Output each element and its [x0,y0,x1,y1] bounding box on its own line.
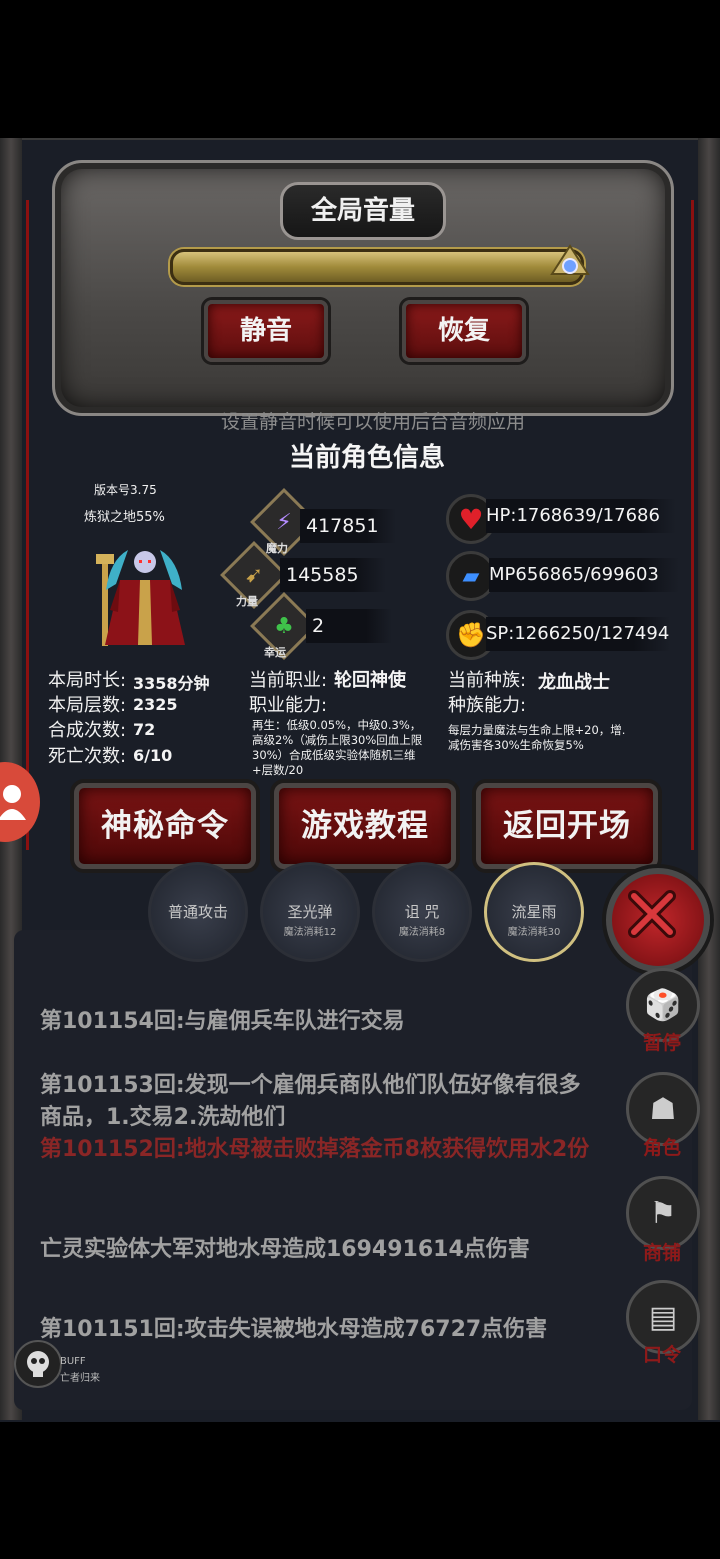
log-line: 第101153回:发现一个雇佣兵商队他们队伍好像有很多商品，1.交易2.洗劫他们 [40,1073,581,1130]
character-portrait [96,550,185,646]
stat-label-deaths: 死亡次数: [48,746,127,767]
close-button[interactable] [606,868,710,972]
buff-label: BUFF [60,1356,86,1367]
mp-value: MP656865/699603 [489,558,679,592]
lightning-icon: ⚡ [276,509,292,535]
stat-label-synth: 合成次数: [48,720,127,741]
skill-basic-attack[interactable]: 普通攻击 [148,862,248,962]
skill-cost: 魔法消耗8 [398,927,446,938]
luck-label: 幸运 [264,646,286,659]
stat-label-time: 本局时长: [48,670,127,691]
frame-border-right [698,138,720,1420]
skill-meteor[interactable]: 流星雨 魔法消耗30 [484,862,584,962]
stat-value-floor: 2325 [133,695,178,714]
shop-sign-icon: ⚑ [649,1195,677,1231]
luck-value: 2 [306,609,392,643]
back-to-start-button[interactable]: 返回开场 [476,783,658,869]
sp-value: SP:1266250/127494( [486,617,670,651]
tutorial-button[interactable]: 游戏教程 [274,783,456,869]
stat-value-synth: 72 [133,720,156,739]
user-icon [0,785,26,820]
role-label: 角色 [642,1137,681,1159]
skill-curse[interactable]: 诅 咒 魔法消耗8 [372,862,472,962]
skill-cost: 魔法消耗12 [283,927,337,938]
strength-value: 145585 [280,558,386,592]
class-label: 当前职业: [249,670,328,691]
book-icon: ▤ [648,1299,678,1335]
skill-name: 圣光弹 [287,903,333,921]
hp-value: HP:1768639/17686 [486,499,676,533]
log-line: 第101154回:与雇佣兵车队进行交易 [40,1009,405,1034]
frame-accent-right [691,200,694,850]
hooded-figure-icon: ☗ [649,1091,677,1127]
pause-label: 暂停 [642,1032,681,1054]
skill-name: 诅 咒 [404,903,440,921]
muscle-icon: ✊ [456,621,486,649]
mana-icon: ▰ [462,563,480,589]
spear-icon: ➹ [244,562,264,588]
race-value: 龙血战士 [538,672,610,693]
clover-icon: ♣ [274,613,294,639]
character-info-title: 当前角色信息 [288,443,445,473]
skill-cost: 魔法消耗30 [507,927,561,938]
stat-value-time: 3358分钟 [133,674,210,693]
secret-command-button[interactable]: 神秘命令 [74,783,256,869]
dice-icon: 🎲 [644,987,682,1023]
race-ability-label: 种族能力: [448,695,527,716]
strength-label: 力量 [236,595,258,608]
class-ability-desc: 再生：低级0.05%，中级0.3%，高级2%（减伤上限30%回血上限30%）合成… [252,718,423,777]
heart-icon: ♥ [458,502,484,536]
magic-value: 417851 [300,509,396,543]
skill-holy-bolt[interactable]: 圣光弹 魔法消耗12 [260,862,360,962]
race-label: 当前种族: [448,670,527,691]
volume-slider-knob[interactable] [550,244,590,284]
user-avatar-button[interactable] [0,762,40,842]
close-icon [628,890,676,938]
skill-name: 流星雨 [511,903,557,921]
skull-buff-icon[interactable] [14,1340,62,1388]
volume-slider[interactable] [170,249,584,285]
stat-value-deaths: 6/10 [133,746,173,765]
buff-sub-label: 亡者归来 [60,1373,100,1384]
volume-title: 全局音量 [310,196,415,226]
frame-accent-left [26,200,29,850]
log-line: 亡灵实验体大军对地水母造成169491614点伤害 [40,1237,530,1262]
class-ability-label: 职业能力: [249,695,328,716]
log-line: 第101151回:攻击失误被地水母造成76727点伤害 [40,1317,548,1342]
mute-button[interactable]: 静音 [204,300,328,362]
log-line: 第101152回:地水母被击败掉落金币8枚获得饮用水2份 [40,1137,590,1162]
class-value: 轮回神使 [334,670,406,691]
skill-name: 普通攻击 [167,903,228,921]
command-label: 口令 [642,1344,681,1366]
volume-hint: 设置静音时候可以使用后台音频应用 [220,411,525,433]
hell-progress: 炼狱之地55% [84,510,165,525]
restore-button[interactable]: 恢复 [402,300,526,362]
stat-label-floor: 本局层数: [48,695,127,716]
shop-label: 商铺 [642,1242,681,1264]
version-label: 版本号3.75 [94,483,157,497]
race-ability-desc: 每层力量魔法与生命上限+20，增.减伤害各30%生命恢复5% [448,723,626,752]
